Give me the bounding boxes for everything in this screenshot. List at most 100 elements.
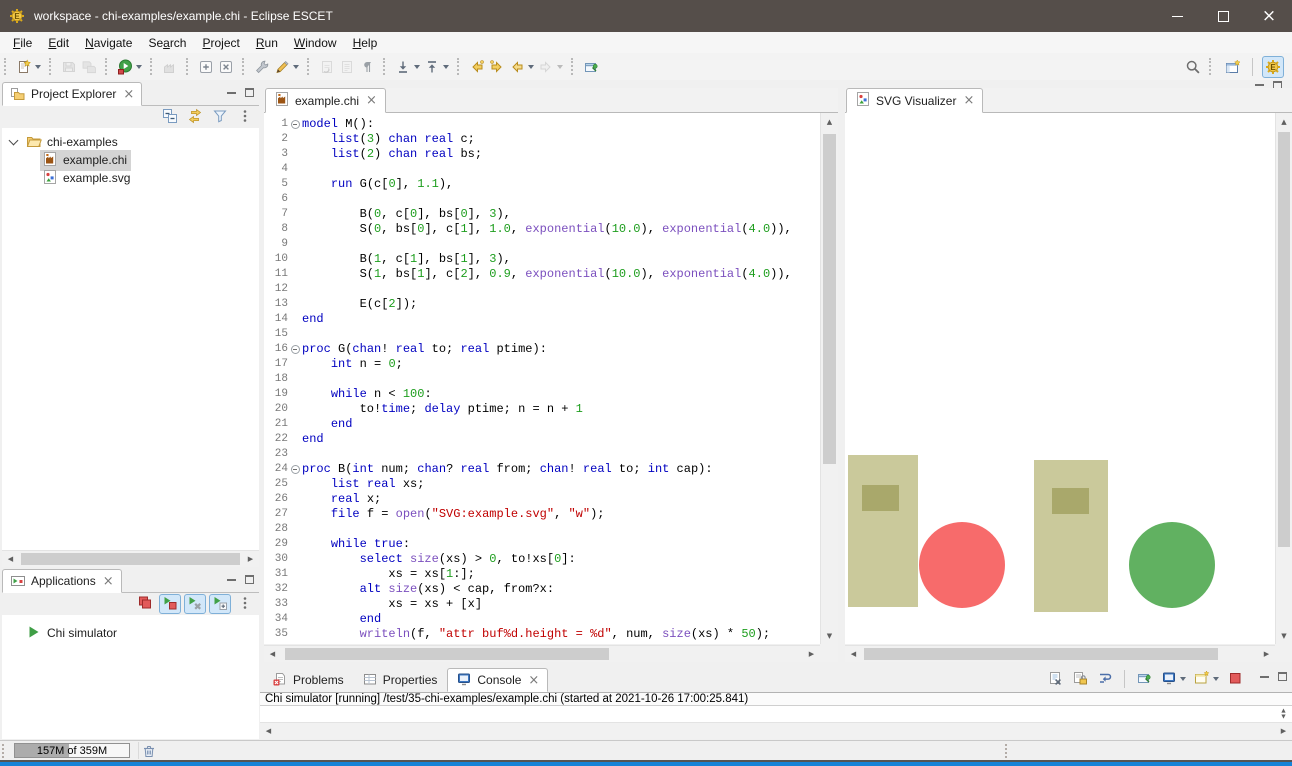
forward-nav-button[interactable] [536, 56, 565, 78]
clear-console-button[interactable] [1044, 669, 1066, 689]
pilcrow-button[interactable] [357, 56, 377, 78]
close-icon[interactable]: × [123, 88, 134, 101]
scroll-up-icon[interactable]: ▲ [821, 113, 838, 130]
word-wrap-button[interactable] [1094, 669, 1116, 689]
scroll-down-icon[interactable]: ▼ [821, 627, 838, 644]
tab-problems[interactable]: Problems [264, 668, 352, 692]
pin-console-button[interactable] [1133, 669, 1155, 689]
refresh-doc-button[interactable] [317, 56, 337, 78]
run-chi-button[interactable] [115, 56, 144, 78]
expander-icon[interactable] [9, 135, 19, 145]
scroll-down-icon[interactable]: ▼ [1276, 627, 1292, 644]
back-nav-button[interactable] [507, 56, 536, 78]
search-button[interactable] [1183, 56, 1203, 78]
forward-history-button[interactable] [487, 56, 507, 78]
dropdown-arrow-icon[interactable] [1213, 677, 1219, 681]
prev-annotation-button[interactable] [422, 56, 451, 78]
wrench-button[interactable] [252, 56, 272, 78]
svg-hscrollbar[interactable]: ◀ ▶ [845, 645, 1275, 662]
minimize-button[interactable] [1154, 0, 1200, 32]
terminate-button[interactable] [1224, 669, 1246, 689]
tab-example-chi[interactable]: example.chi × [265, 88, 386, 113]
run-remove-button[interactable] [184, 594, 206, 614]
scroll-left-icon[interactable]: ◀ [264, 646, 281, 663]
menu-project[interactable]: Project [194, 34, 247, 52]
tab-svg-visualizer[interactable]: SVG Visualizer × [846, 88, 983, 113]
dropdown-arrow-icon[interactable] [557, 65, 563, 69]
scroll-left-icon[interactable]: ◀ [845, 646, 862, 663]
highlight-pen-button[interactable] [272, 56, 301, 78]
save-button[interactable] [59, 56, 79, 78]
pin-editor-button[interactable] [581, 56, 601, 78]
menu-window[interactable]: Window [286, 34, 345, 52]
project-tree[interactable]: chi-examplesexample.chiexample.svg [2, 128, 259, 550]
tab-properties[interactable]: Properties [354, 668, 446, 692]
save-all-button[interactable] [79, 56, 99, 78]
tab-console[interactable]: Console× [447, 668, 548, 692]
doc-button[interactable] [337, 56, 357, 78]
dropdown-arrow-icon[interactable] [1180, 677, 1186, 681]
add-box-button[interactable] [196, 56, 216, 78]
fold-marker-icon[interactable] [291, 345, 300, 354]
tree-item-chi-examples[interactable]: chi-examples [2, 133, 259, 151]
next-annotation-button[interactable] [393, 56, 422, 78]
maximize-view-icon[interactable] [245, 575, 254, 584]
tree-item-example-svg[interactable]: example.svg [2, 169, 259, 187]
terminate-all-button[interactable] [134, 594, 156, 614]
menu-run[interactable]: Run [248, 34, 286, 52]
application-item[interactable]: Chi simulator [2, 624, 259, 642]
close-icon[interactable]: × [366, 94, 377, 107]
minimize-view-icon[interactable] [227, 91, 236, 94]
editor-vscrollbar[interactable]: ▲ ▼ [820, 113, 838, 644]
dropdown-arrow-icon[interactable] [293, 65, 299, 69]
dropdown-arrow-icon[interactable] [528, 65, 534, 69]
fold-marker-icon[interactable] [291, 465, 300, 474]
dropdown-arrow-icon[interactable] [443, 65, 449, 69]
menu-navigate[interactable]: Navigate [77, 34, 140, 52]
close-icon[interactable]: × [103, 575, 114, 588]
collapse-all-button[interactable] [159, 107, 181, 127]
close-button[interactable]: × [1246, 0, 1292, 32]
maximize-view-icon[interactable] [1278, 672, 1287, 681]
scroll-right-icon[interactable]: ▶ [1275, 723, 1292, 740]
menu-file[interactable]: File [5, 34, 40, 52]
scroll-lock-button[interactable] [1069, 669, 1091, 689]
editor-hscrollbar[interactable]: ◀ ▶ [264, 645, 820, 662]
maximize-view-icon[interactable] [245, 88, 254, 97]
menu-help[interactable]: Help [345, 34, 386, 52]
close-icon[interactable]: × [528, 674, 539, 687]
code-editor[interactable]: 1234567891011121314151617181920212223242… [264, 113, 820, 644]
scroll-up-icon[interactable]: ▲ [1276, 113, 1292, 130]
del-box-button[interactable] [216, 56, 236, 78]
tab-project-explorer[interactable]: Project Explorer × [2, 82, 142, 106]
maximize-button[interactable] [1200, 0, 1246, 32]
run-stop-button[interactable] [159, 594, 181, 614]
link-editor-button[interactable] [184, 107, 206, 127]
menu-edit[interactable]: Edit [40, 34, 77, 52]
fold-marker-icon[interactable] [291, 120, 300, 129]
dropdown-arrow-icon[interactable] [414, 65, 420, 69]
back-history-button[interactable] [467, 56, 487, 78]
filter-button[interactable] [209, 107, 231, 127]
open-console-button[interactable] [1191, 669, 1221, 689]
view-menu-button[interactable] [234, 594, 256, 614]
display-console-button[interactable] [1158, 669, 1188, 689]
project-explorer-hscrollbar[interactable]: ◀ ▶ [2, 550, 259, 567]
console-hscrollbar[interactable]: ◀ ▶ [260, 722, 1292, 739]
svg-vscrollbar[interactable]: ▲ ▼ [1275, 113, 1292, 644]
scroll-right-icon[interactable]: ▶ [803, 646, 820, 663]
minimize-view-icon[interactable] [227, 578, 236, 581]
new-wizard-button[interactable] [14, 56, 43, 78]
minimize-view-icon[interactable] [1260, 675, 1269, 678]
view-menu-button[interactable] [234, 107, 256, 127]
open-perspective-button[interactable] [1223, 56, 1243, 78]
scroll-left-icon[interactable]: ◀ [260, 723, 277, 740]
tree-item-example-chi[interactable]: example.chi [2, 151, 259, 169]
scroll-right-icon[interactable]: ▶ [242, 551, 259, 568]
scroll-right-icon[interactable]: ▶ [1258, 646, 1275, 663]
console-vscrollbar[interactable]: ▲▼ [1275, 706, 1292, 722]
run-garbage-collector-button[interactable] [138, 742, 158, 759]
dropdown-arrow-icon[interactable] [35, 65, 41, 69]
scroll-left-icon[interactable]: ◀ [2, 551, 19, 568]
close-icon[interactable]: × [963, 94, 974, 107]
